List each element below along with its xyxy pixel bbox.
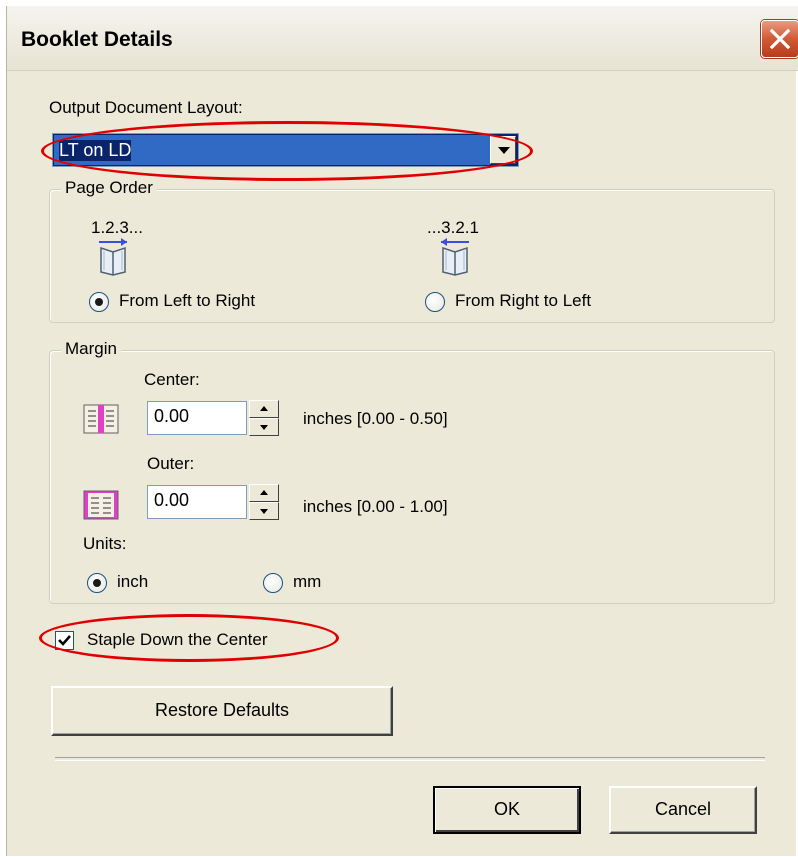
title-bar[interactable]: Booklet Details xyxy=(7,6,798,71)
units-label: Units: xyxy=(83,534,127,553)
center-margin-input[interactable]: 0.00 xyxy=(147,401,247,435)
booklet-left-to-right-icon xyxy=(99,238,127,276)
staple-label[interactable]: Staple Down the Center xyxy=(87,630,268,650)
outer-margin-input[interactable]: 0.00 xyxy=(147,485,247,519)
spin-down-icon[interactable] xyxy=(249,418,279,436)
radio-units-mm[interactable] xyxy=(263,573,283,593)
restore-defaults-button[interactable]: Restore Defaults xyxy=(51,686,393,736)
right-to-left-label[interactable]: From Right to Left xyxy=(455,291,591,311)
dialog-title: Booklet Details xyxy=(21,28,173,51)
page-order-group-title: Page Order xyxy=(61,178,157,198)
units-mm-label[interactable]: mm xyxy=(293,572,321,592)
center-range-label: inches [0.00 - 0.50] xyxy=(303,409,448,428)
checkmark-icon xyxy=(58,635,71,646)
outer-label: Outer: xyxy=(147,454,195,473)
center-label: Center: xyxy=(144,370,200,389)
staple-checkbox[interactable] xyxy=(55,631,74,650)
center-margin-stepper[interactable] xyxy=(249,400,279,436)
radio-right-to-left[interactable] xyxy=(425,292,445,312)
radio-units-inch[interactable] xyxy=(87,573,107,593)
units-inch-label[interactable]: inch xyxy=(117,572,148,592)
spin-up-icon[interactable] xyxy=(249,484,279,502)
margin-group-title: Margin xyxy=(61,339,121,359)
output-layout-label: Output Document Layout: xyxy=(49,98,243,117)
booklet-right-to-left-icon xyxy=(441,238,469,276)
output-layout-combobox[interactable]: LT on LD xyxy=(52,133,519,167)
output-layout-value: LT on LD xyxy=(59,140,132,161)
outer-margin-icon xyxy=(83,490,119,520)
close-icon[interactable] xyxy=(761,20,798,58)
center-margin-icon xyxy=(83,404,119,434)
radio-left-to-right[interactable] xyxy=(89,292,109,312)
outer-margin-stepper[interactable] xyxy=(249,484,279,520)
chevron-down-icon[interactable] xyxy=(490,136,516,164)
booklet-details-dialog: Booklet Details Output Document Layout: … xyxy=(6,6,798,856)
cancel-button[interactable]: Cancel xyxy=(609,786,757,834)
outer-range-label: inches [0.00 - 1.00] xyxy=(303,497,448,516)
spin-up-icon[interactable] xyxy=(249,400,279,418)
spin-down-icon[interactable] xyxy=(249,502,279,520)
ok-button[interactable]: OK xyxy=(433,786,581,834)
separator xyxy=(55,757,765,761)
left-to-right-label[interactable]: From Left to Right xyxy=(119,291,255,311)
